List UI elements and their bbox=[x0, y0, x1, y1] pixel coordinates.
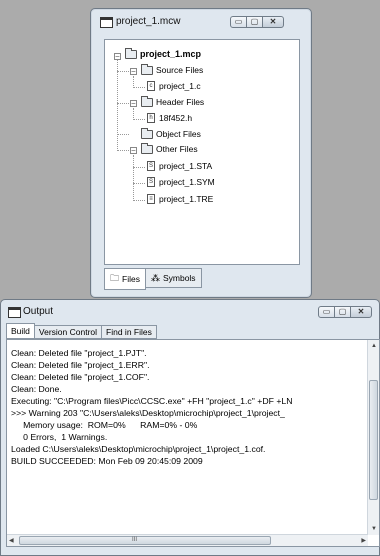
project-window-controls: ▭ ▢ ✕ bbox=[230, 16, 284, 28]
log-line: Executing: "C:\Program files\Picc\CCSC.e… bbox=[11, 396, 293, 406]
vertical-scrollbar[interactable]: ▲ ▼ bbox=[367, 340, 379, 535]
output-window-titlebar[interactable]: Output ▭ ▢ ✕ bbox=[1, 300, 379, 322]
collapse-toggle-source[interactable]: – bbox=[130, 68, 137, 75]
folder-icon bbox=[141, 142, 153, 154]
tree-label: project_1.SYM bbox=[159, 177, 215, 187]
tree-label: Object Files bbox=[156, 129, 201, 139]
output-window-title: Output bbox=[23, 306, 54, 317]
log-line: Clean: Deleted file "project_1.ERR". bbox=[11, 360, 150, 370]
tab-symbols[interactable]: ⁂ Symbols bbox=[144, 268, 202, 288]
maximize-button[interactable]: ▢ bbox=[334, 306, 351, 318]
folder-icon bbox=[141, 127, 153, 139]
tab-files[interactable]: 🗀 Files bbox=[104, 268, 146, 290]
output-tabs: Build Version Control Find in Files bbox=[6, 323, 157, 339]
tree-label: project_1.TRE bbox=[159, 194, 214, 204]
tab-version-control[interactable]: Version Control bbox=[33, 325, 103, 339]
window-icon bbox=[8, 307, 21, 318]
output-window: Output ▭ ▢ ✕ Build Version Control Find … bbox=[0, 299, 380, 556]
tab-symbols-label: Symbols bbox=[162, 273, 196, 283]
folder-icon bbox=[141, 63, 153, 75]
tree-file-other-1[interactable]: S project_1.STA bbox=[147, 161, 212, 171]
horizontal-scrollbar[interactable]: ◀ III ▶ bbox=[7, 534, 368, 546]
tree-header-files[interactable]: Header Files bbox=[141, 95, 205, 107]
vertical-scroll-thumb[interactable] bbox=[369, 380, 378, 500]
text-file-icon: ≡ bbox=[147, 194, 155, 204]
close-button[interactable]: ✕ bbox=[262, 16, 284, 28]
tab-files-label: Files bbox=[122, 274, 140, 284]
folder-icon bbox=[141, 95, 153, 107]
collapse-toggle-root[interactable]: – bbox=[114, 53, 121, 60]
tree-file-other-3[interactable]: ≡ project_1.TRE bbox=[147, 194, 213, 204]
tree-root-label: project_1.mcp bbox=[140, 49, 202, 59]
project-window-title: project_1.mcw bbox=[116, 16, 181, 27]
project-tree: – project_1.mcp – Source Files c project… bbox=[104, 39, 300, 265]
tree-source-files[interactable]: Source Files bbox=[141, 63, 204, 75]
output-window-controls: ▭ ▢ ✕ bbox=[318, 306, 372, 318]
log-line: 0 Errors, 1 Warnings. bbox=[11, 432, 108, 442]
c-file-icon: c bbox=[147, 81, 155, 91]
tree-other-files[interactable]: Other Files bbox=[141, 142, 198, 154]
s-file-icon: S bbox=[147, 177, 155, 187]
tree-label: Header Files bbox=[156, 97, 205, 107]
log-line: BUILD SUCCEEDED: Mon Feb 09 20:45:09 200… bbox=[11, 456, 203, 466]
tree-file-header-1[interactable]: h 18f452.h bbox=[147, 113, 192, 123]
build-log[interactable]: Clean: Deleted file "project_1.PJT". Cle… bbox=[6, 339, 380, 547]
tree-root[interactable]: project_1.mcp bbox=[125, 47, 202, 59]
tree-label: project_1.c bbox=[159, 81, 201, 91]
collapse-toggle-header[interactable]: – bbox=[130, 100, 137, 107]
log-line: Clean: Deleted file "project_1.PJT". bbox=[11, 348, 147, 358]
collapse-toggle-other[interactable]: – bbox=[130, 147, 137, 154]
maximize-button[interactable]: ▢ bbox=[246, 16, 263, 28]
scroll-down-icon[interactable]: ▼ bbox=[371, 526, 377, 532]
tree-file-source-1[interactable]: c project_1.c bbox=[147, 81, 201, 91]
project-window-titlebar[interactable]: project_1.mcw ▭ ▢ ✕ bbox=[91, 9, 311, 35]
window-icon bbox=[100, 17, 113, 28]
folder-icon bbox=[125, 47, 137, 59]
project-window: project_1.mcw ▭ ▢ ✕ – project_1.mcp – So… bbox=[90, 8, 312, 298]
minimize-button[interactable]: ▭ bbox=[230, 16, 247, 28]
scroll-left-icon[interactable]: ◀ bbox=[9, 537, 14, 544]
tab-build[interactable]: Build bbox=[6, 323, 35, 339]
minimize-button[interactable]: ▭ bbox=[318, 306, 335, 318]
scroll-right-icon[interactable]: ▶ bbox=[361, 537, 366, 544]
tree-file-other-2[interactable]: S project_1.SYM bbox=[147, 177, 215, 187]
log-line: Loaded C:\Users\aleks\Desktop\microchip\… bbox=[11, 444, 266, 454]
project-tabs: 🗀 Files ⁂ Symbols bbox=[104, 268, 202, 290]
folder-icon: 🗀 bbox=[110, 273, 120, 283]
log-line: Memory usage: ROM=0% RAM=0% - 0% bbox=[11, 420, 198, 430]
tree-label: 18f452.h bbox=[159, 113, 193, 123]
s-file-icon: S bbox=[147, 161, 155, 171]
scroll-grip: III bbox=[132, 537, 138, 543]
tree-label: Other Files bbox=[156, 144, 198, 154]
tree-object-files[interactable]: Object Files bbox=[141, 127, 201, 139]
log-line: Clean: Done. bbox=[11, 384, 62, 394]
close-button[interactable]: ✕ bbox=[350, 306, 372, 318]
h-file-icon: h bbox=[147, 113, 155, 123]
tab-find-in-files[interactable]: Find in Files bbox=[101, 325, 157, 339]
log-line: Clean: Deleted file "project_1.COF". bbox=[11, 372, 150, 382]
tree-label: project_1.STA bbox=[159, 161, 213, 171]
scroll-up-icon[interactable]: ▲ bbox=[371, 343, 377, 349]
log-line: >>> Warning 203 "C:\Users\aleks\Desktop\… bbox=[11, 408, 285, 418]
horizontal-scroll-thumb[interactable]: III bbox=[19, 536, 271, 545]
tree-label: Source Files bbox=[156, 65, 204, 75]
symbols-icon: ⁂ bbox=[150, 272, 160, 283]
